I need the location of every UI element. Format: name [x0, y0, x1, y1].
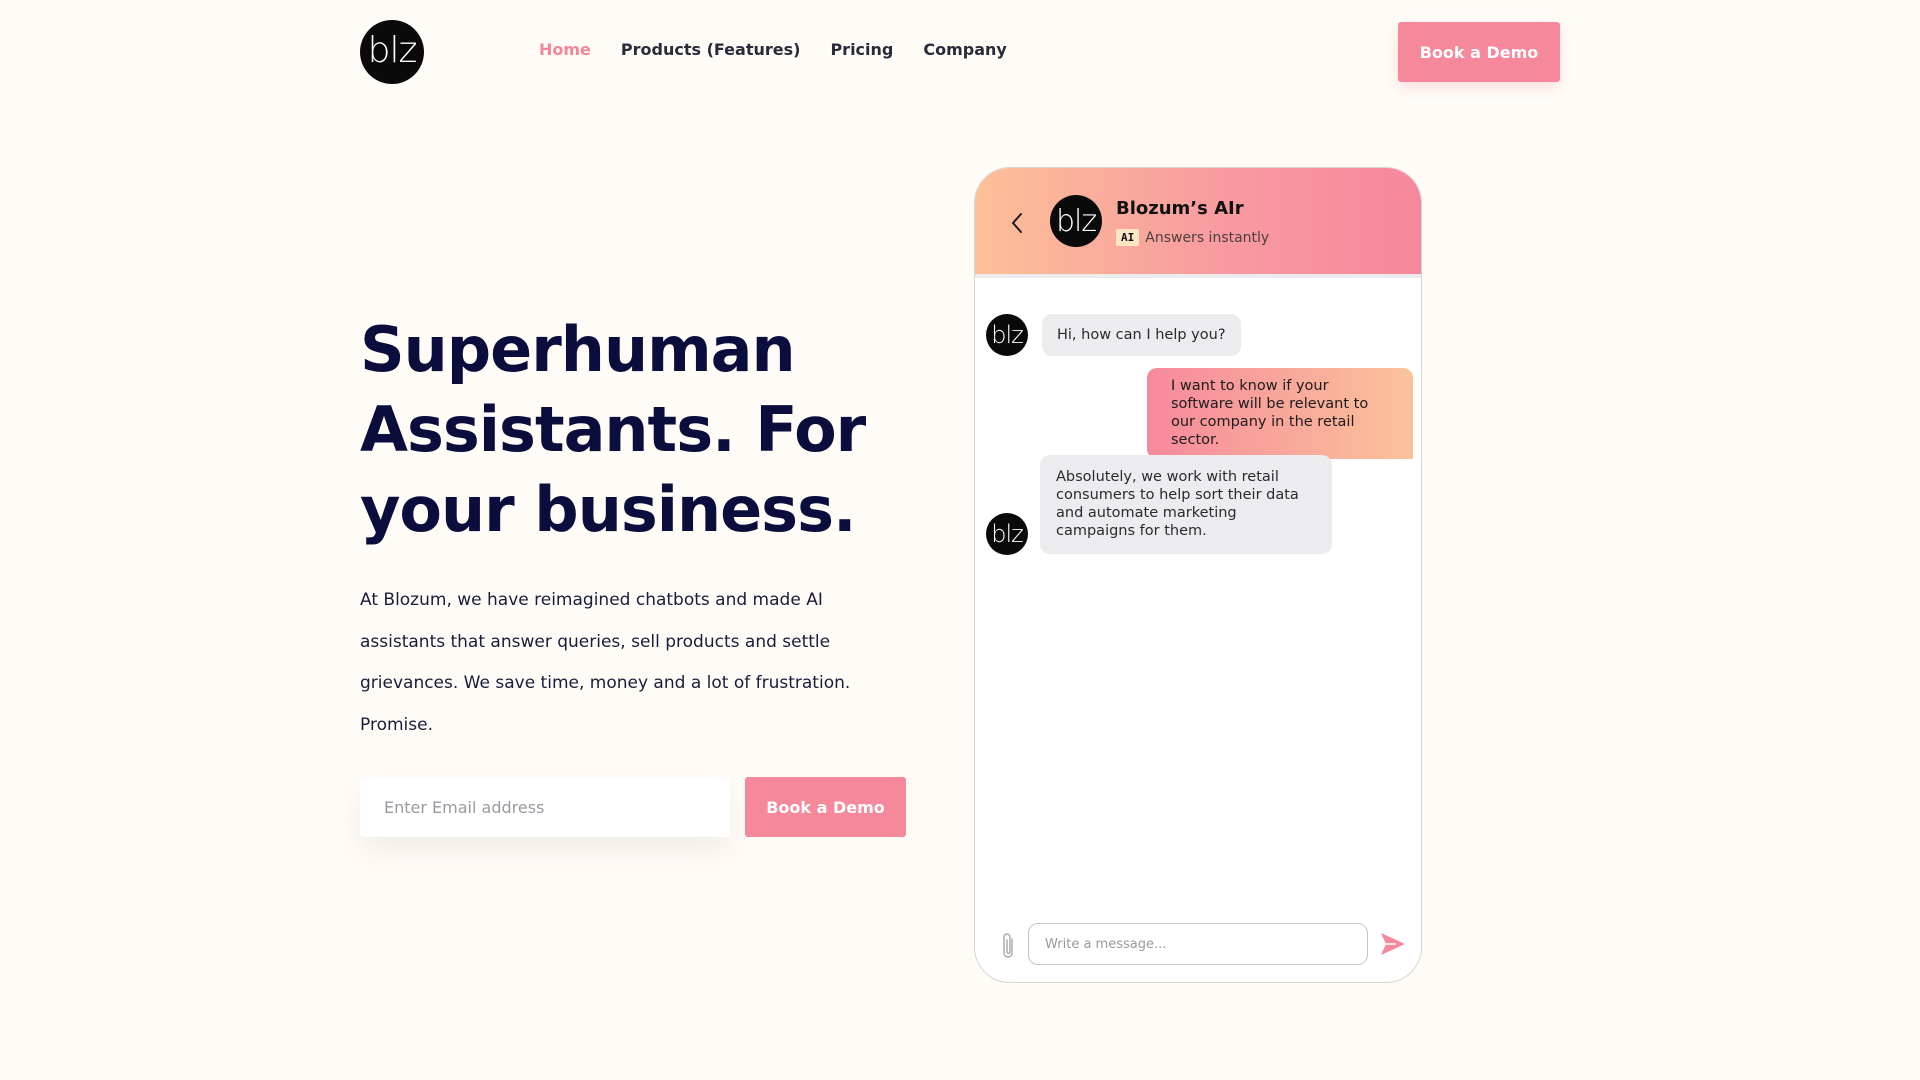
bot-avatar-text: blz	[991, 321, 1023, 349]
bot-avatar: blz	[986, 513, 1028, 555]
nav-item-home[interactable]: Home	[539, 40, 591, 59]
hero-book-demo-button[interactable]: Book a Demo	[745, 777, 906, 837]
brand-logo-text: blz	[367, 29, 418, 71]
ai-badge: AI	[1116, 229, 1140, 246]
paperclip-icon[interactable]	[1000, 931, 1018, 961]
email-input[interactable]	[360, 777, 730, 837]
chat-back-button[interactable]	[1005, 208, 1029, 238]
chat-agent-subtitle: AI Answers instantly	[1116, 229, 1269, 246]
main-nav: Home Products (Features) Pricing Company	[539, 40, 1007, 59]
chat-message-bot: Absolutely, we work with retail consumer…	[1040, 455, 1332, 554]
chat-agent-avatar-text: blz	[1055, 203, 1097, 239]
hero-description: At Blozum, we have reimagined chatbots a…	[360, 590, 851, 735]
brand-logo[interactable]: blz	[360, 20, 424, 84]
chat-agent-name: Blozum’s AIr	[1116, 198, 1244, 219]
hero-title: Superhuman Assistants. For your business…	[360, 313, 866, 546]
send-icon[interactable]	[1379, 930, 1407, 958]
chat-composer	[975, 923, 1421, 982]
chat-widget: blz Blozum’s AIr AI Answers instantly bl…	[974, 167, 1422, 983]
nav-item-company[interactable]: Company	[923, 40, 1006, 59]
bot-avatar: blz	[986, 314, 1028, 356]
nav-item-pricing[interactable]: Pricing	[830, 40, 893, 59]
chat-message-input[interactable]	[1028, 923, 1368, 965]
chevron-left-icon	[1012, 213, 1022, 233]
chat-header: blz Blozum’s AIr AI Answers instantly	[975, 168, 1421, 278]
chat-message-bot: Hi, how can I help you?	[1042, 314, 1241, 356]
header-book-demo-button[interactable]: Book a Demo	[1398, 22, 1560, 82]
bot-avatar-text: blz	[991, 520, 1023, 548]
chat-message-user: I want to know if your software will be …	[1147, 368, 1413, 459]
chat-agent-avatar: blz	[1050, 195, 1102, 247]
chat-status: Answers instantly	[1145, 229, 1270, 246]
nav-item-products[interactable]: Products (Features)	[621, 40, 801, 59]
